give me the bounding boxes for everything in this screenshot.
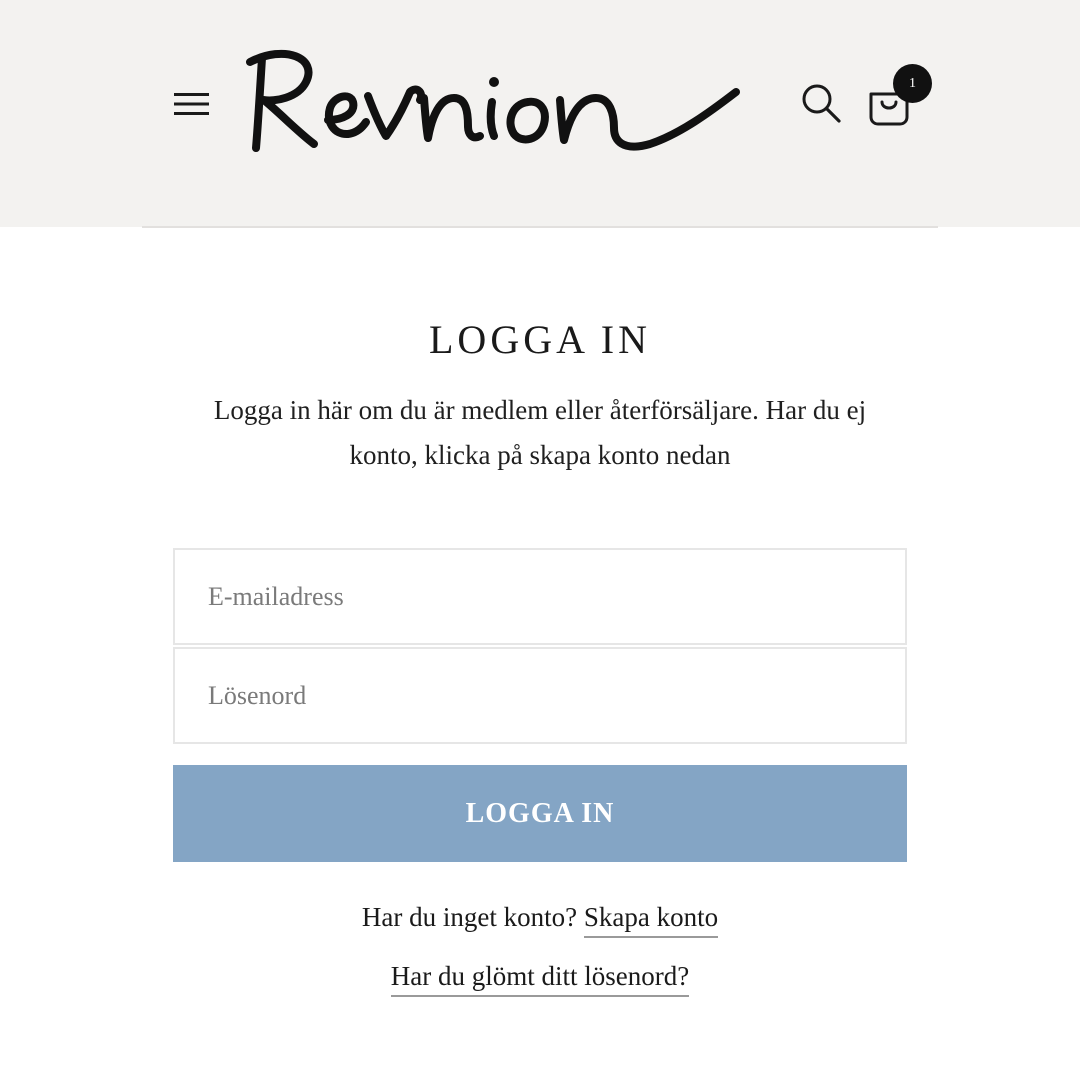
search-icon [802,84,841,123]
login-intro-text: Logga in här om du är medlem eller återf… [213,395,867,470]
create-account-row: Har du inget konto? Skapa konto [0,897,1080,938]
login-submit-button[interactable]: LOGGA IN [173,765,907,862]
search-button[interactable] [796,78,846,128]
password-input[interactable] [173,647,907,744]
hamburger-menu-icon [174,93,209,115]
header-divider [142,226,938,228]
forgot-password-link[interactable]: Har du glömt ditt lösenord? [390,961,690,997]
menu-button[interactable] [168,84,214,124]
page-title: LOGGA IN [429,317,651,362]
forgot-password-row: Har du glömt ditt lösenord? [0,956,1080,997]
create-account-link[interactable]: Skapa konto [583,902,719,938]
no-account-text: Har du inget konto? [361,902,578,932]
email-input[interactable] [173,548,907,645]
cart-count-badge: 1 [893,64,932,103]
revnion-logo[interactable] [240,40,770,165]
